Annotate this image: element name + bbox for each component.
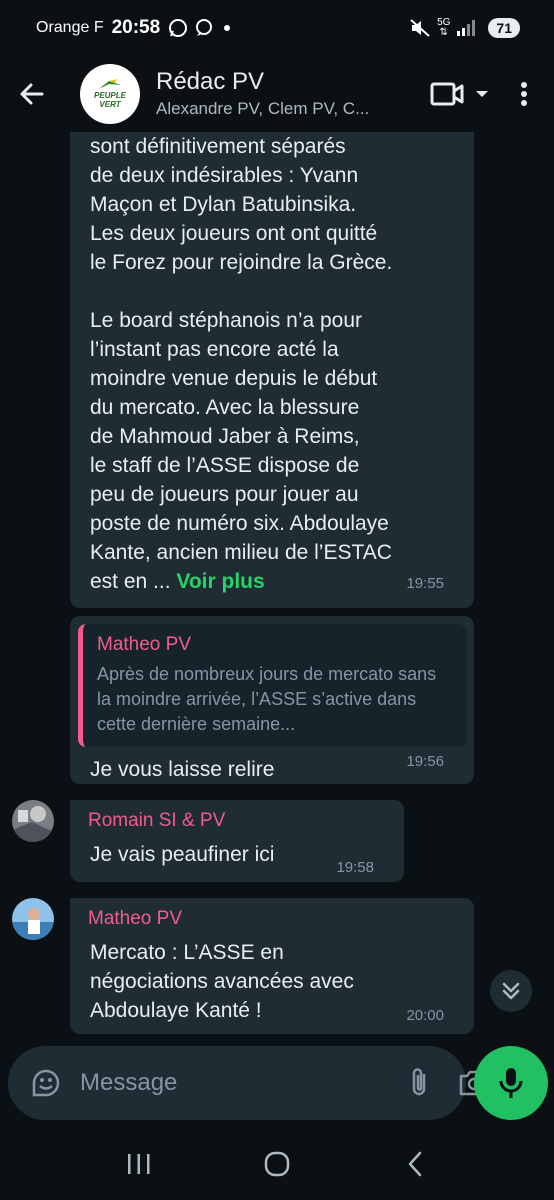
message-text: sont définitivement séparés de deux indé…: [90, 132, 454, 596]
scroll-to-bottom-button[interactable]: [490, 970, 532, 1012]
message-bubble[interactable]: Matheo PV Après de nombreux jours de mer…: [70, 616, 474, 784]
quote-author: Matheo PV: [97, 634, 191, 655]
message-body: sont définitivement séparés de deux indé…: [90, 135, 393, 593]
chat-area[interactable]: sont définitivement séparés de deux indé…: [0, 132, 554, 1050]
carrier-name: Orange F: [36, 19, 104, 36]
status-bar: Orange F 20:58 5G ⇅ 71: [0, 0, 554, 56]
chat-title: Rédac PV: [156, 68, 265, 95]
sender-name[interactable]: Romain SI & PV: [88, 810, 384, 832]
back-icon: [408, 1151, 422, 1177]
system-nav-bar: [0, 1128, 554, 1200]
attach-button[interactable]: [408, 1067, 432, 1099]
logo-text-line2: VERT: [99, 100, 121, 109]
mute-icon: [409, 18, 431, 38]
chat-info[interactable]: Rédac PV Alexandre PV, Clem PV, C...: [156, 67, 418, 121]
quote-text: Après de nombreux jours de mercato sans …: [97, 664, 437, 734]
battery-icon: 71: [488, 18, 520, 38]
message-input[interactable]: [80, 1069, 390, 1097]
message-composer: [8, 1046, 489, 1120]
recent-apps-icon: [128, 1154, 150, 1174]
more-options-icon: [521, 82, 527, 106]
status-clock: 20:58: [111, 17, 161, 38]
home-icon: [264, 1151, 290, 1177]
video-call-button[interactable]: [430, 81, 464, 107]
whatsapp-icon: [168, 18, 188, 38]
recent-apps-button[interactable]: [109, 1134, 169, 1194]
avatar-photo-icon: [12, 898, 54, 940]
sticker-button[interactable]: [30, 1067, 62, 1099]
video-call-icon: [430, 82, 464, 106]
voice-message-button[interactable]: [474, 1046, 548, 1120]
message-icon: [194, 18, 214, 38]
more-options-button[interactable]: [520, 81, 528, 107]
double-chevron-down-icon: [502, 982, 520, 1000]
message-time: 19:58: [336, 859, 374, 876]
message-text: Mercato : L’ASSE en négociations avancée…: [90, 941, 354, 1022]
dot-icon: [220, 21, 234, 35]
logo-text-line1: PEUPLE: [93, 91, 126, 100]
message-bubble[interactable]: sont définitivement séparés de deux indé…: [70, 132, 474, 608]
chat-header: PEUPLE VERT Rédac PV Alexandre PV, Clem …: [0, 56, 554, 132]
sticker-icon: [32, 1069, 60, 1097]
dropdown-caret-icon: [476, 91, 488, 97]
sender-name[interactable]: Matheo PV: [88, 908, 454, 930]
message-time: 20:00: [406, 1007, 444, 1024]
avatar-romain[interactable]: [12, 800, 54, 842]
back-button[interactable]: [0, 56, 64, 132]
chat-participants: Alexandre PV, Clem PV, C...: [156, 99, 370, 118]
battery-level: 71: [496, 20, 512, 36]
attach-icon: [412, 1068, 426, 1096]
call-dropdown-button[interactable]: [474, 88, 490, 100]
avatar-matheo[interactable]: [12, 898, 54, 940]
message-bubble[interactable]: Romain SI & PV Je vais peaufiner ici 19:…: [70, 800, 404, 882]
quoted-message[interactable]: Matheo PV Après de nombreux jours de mer…: [78, 624, 466, 747]
network-icon: 5G ⇅: [437, 17, 451, 38]
avatar-photo-icon: [12, 800, 54, 842]
logo-icon: [99, 79, 121, 89]
message-bubble[interactable]: Matheo PV Mercato : L’ASSE en négociatio…: [70, 898, 474, 1034]
home-button[interactable]: [247, 1134, 307, 1194]
see-more-link[interactable]: Voir plus: [176, 570, 264, 593]
signal-icon: [456, 19, 476, 37]
group-avatar[interactable]: PEUPLE VERT: [80, 64, 140, 124]
nav-back-button[interactable]: [385, 1134, 445, 1194]
mic-icon: [499, 1068, 523, 1098]
back-arrow-icon: [20, 83, 44, 105]
message-time: 19:55: [406, 575, 444, 592]
message-time: 19:56: [406, 753, 444, 770]
